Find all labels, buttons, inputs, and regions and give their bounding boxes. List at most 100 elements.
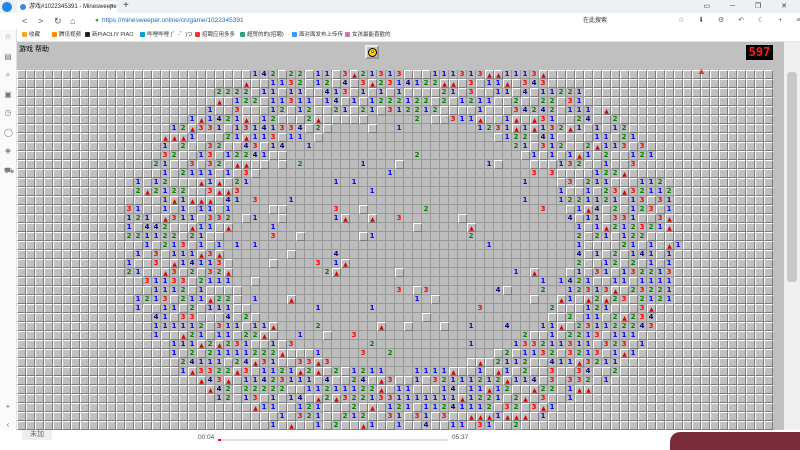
board-cell[interactable] — [341, 421, 350, 430]
board-cell[interactable] — [35, 412, 44, 421]
board-cell[interactable] — [593, 106, 602, 115]
board-cell[interactable] — [314, 205, 323, 214]
board-cell[interactable] — [431, 340, 440, 349]
board-cell[interactable] — [530, 313, 539, 322]
board-cell[interactable]: 4 — [296, 124, 305, 133]
board-cell[interactable] — [629, 412, 638, 421]
board-cell[interactable]: 1 — [449, 394, 458, 403]
board-cell[interactable] — [737, 106, 746, 115]
board-cell[interactable] — [314, 196, 323, 205]
board-cell[interactable] — [656, 88, 665, 97]
board-cell[interactable]: 3 — [359, 79, 368, 88]
board-cell[interactable] — [557, 331, 566, 340]
board-cell[interactable]: 1 — [161, 205, 170, 214]
board-cell[interactable] — [98, 142, 107, 151]
board-cell[interactable] — [656, 403, 665, 412]
board-cell[interactable] — [467, 277, 476, 286]
board-cell[interactable] — [98, 241, 107, 250]
board-cell[interactable] — [692, 160, 701, 169]
board-cell[interactable]: 2 — [170, 151, 179, 160]
board-cell[interactable] — [377, 241, 386, 250]
board-cell[interactable] — [107, 223, 116, 232]
board-cell[interactable]: 3 — [143, 277, 152, 286]
board-cell[interactable] — [188, 277, 197, 286]
board-cell[interactable] — [233, 277, 242, 286]
board-cell[interactable]: 1 — [233, 124, 242, 133]
board-cell[interactable] — [125, 322, 134, 331]
board-cell[interactable] — [98, 196, 107, 205]
board-cell[interactable] — [458, 304, 467, 313]
board-cell[interactable]: 1 — [665, 295, 674, 304]
board-cell[interactable] — [494, 313, 503, 322]
board-cell[interactable] — [548, 286, 557, 295]
board-cell[interactable] — [368, 88, 377, 97]
board-cell[interactable] — [179, 151, 188, 160]
board-cell[interactable]: 2 — [629, 223, 638, 232]
board-cell[interactable] — [566, 241, 575, 250]
board-cell[interactable] — [206, 322, 215, 331]
board-cell[interactable] — [53, 394, 62, 403]
board-cell[interactable] — [98, 412, 107, 421]
board-cell[interactable] — [710, 169, 719, 178]
board-cell[interactable] — [638, 367, 647, 376]
board-cell[interactable] — [359, 322, 368, 331]
board-cell[interactable] — [332, 169, 341, 178]
board-cell[interactable] — [431, 304, 440, 313]
board-cell[interactable] — [377, 277, 386, 286]
board-cell[interactable] — [512, 286, 521, 295]
board-cell[interactable]: 3 — [566, 340, 575, 349]
board-cell[interactable] — [728, 142, 737, 151]
board-cell[interactable] — [125, 403, 134, 412]
board-cell[interactable]: 2 — [611, 115, 620, 124]
board-cell[interactable] — [638, 412, 647, 421]
board-cell[interactable] — [341, 268, 350, 277]
board-cell[interactable] — [413, 160, 422, 169]
board-cell[interactable]: 1 — [287, 394, 296, 403]
board-cell[interactable] — [197, 88, 206, 97]
board-cell[interactable] — [161, 412, 170, 421]
board-cell[interactable]: 1 — [467, 403, 476, 412]
board-cell[interactable] — [449, 268, 458, 277]
board-cell[interactable] — [71, 313, 80, 322]
board-cell[interactable] — [35, 88, 44, 97]
board-cell[interactable]: 1 — [467, 385, 476, 394]
board-cell[interactable] — [413, 268, 422, 277]
board-cell[interactable] — [710, 151, 719, 160]
board-cell[interactable] — [593, 259, 602, 268]
board-cell[interactable] — [755, 259, 764, 268]
board-cell[interactable] — [89, 295, 98, 304]
board-cell[interactable]: 3 — [395, 286, 404, 295]
board-cell[interactable] — [305, 133, 314, 142]
board-cell[interactable] — [62, 241, 71, 250]
board-cell[interactable] — [17, 106, 26, 115]
board-cell[interactable] — [476, 340, 485, 349]
board-cell[interactable] — [386, 421, 395, 430]
board-cell[interactable] — [386, 295, 395, 304]
board-cell[interactable] — [656, 106, 665, 115]
board-cell[interactable] — [449, 313, 458, 322]
board-cell[interactable]: 1 — [530, 151, 539, 160]
board-cell[interactable]: 4 — [224, 196, 233, 205]
board-cell[interactable]: 2 — [296, 70, 305, 79]
board-cell[interactable]: 3 — [152, 259, 161, 268]
board-cell[interactable] — [764, 295, 773, 304]
board-cell[interactable] — [170, 412, 179, 421]
board-cell[interactable]: 3 — [539, 349, 548, 358]
board-cell[interactable] — [98, 277, 107, 286]
board-cell[interactable]: 1 — [467, 70, 476, 79]
board-cell[interactable] — [674, 133, 683, 142]
board-cell[interactable] — [746, 340, 755, 349]
board-cell[interactable] — [683, 385, 692, 394]
board-cell[interactable] — [647, 376, 656, 385]
board-cell[interactable] — [53, 151, 62, 160]
board-cell[interactable] — [341, 169, 350, 178]
board-cell[interactable] — [53, 259, 62, 268]
board-cell[interactable] — [314, 268, 323, 277]
board-cell[interactable] — [485, 259, 494, 268]
board-cell[interactable]: 2 — [422, 205, 431, 214]
board-cell[interactable] — [440, 358, 449, 367]
board-cell[interactable] — [719, 205, 728, 214]
board-cell[interactable] — [611, 88, 620, 97]
board-cell[interactable]: 3 — [179, 277, 188, 286]
board-cell[interactable] — [377, 223, 386, 232]
